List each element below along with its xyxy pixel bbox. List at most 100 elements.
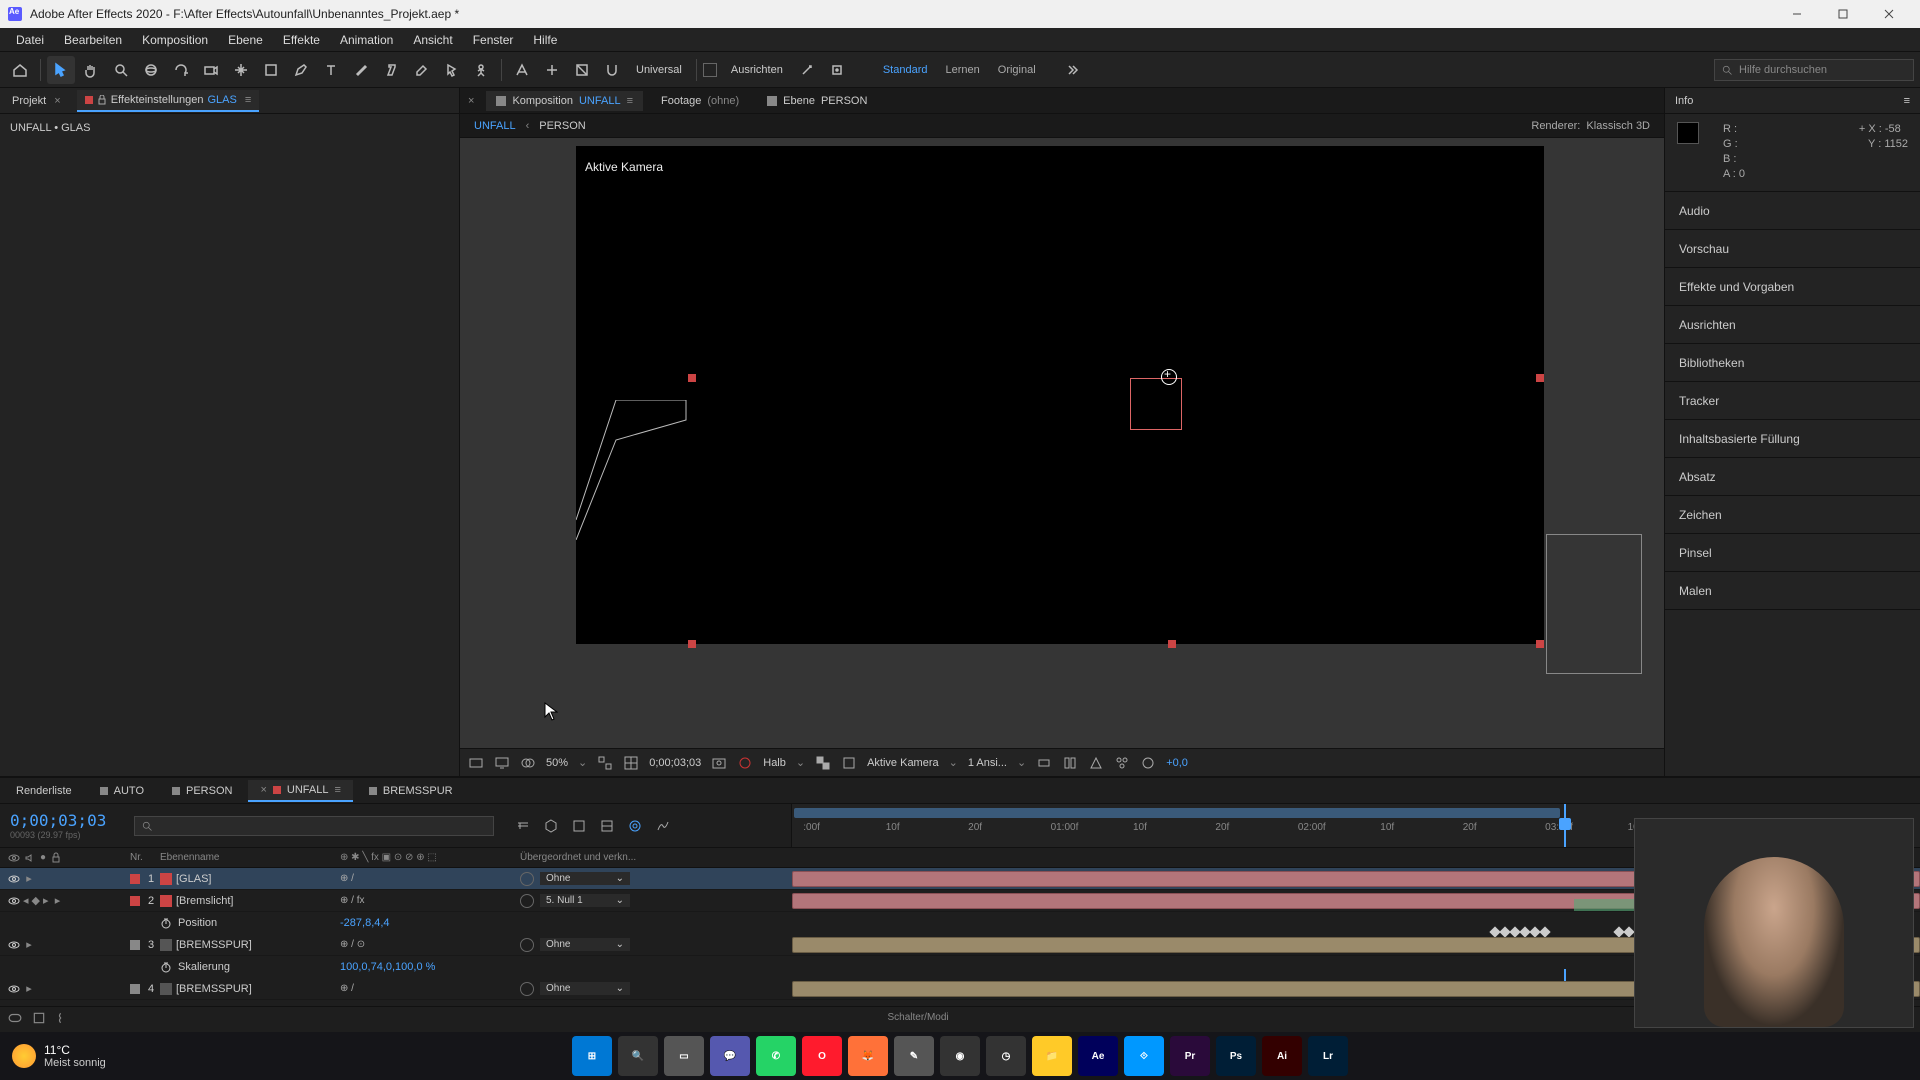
brace-icon[interactable] xyxy=(56,1011,70,1025)
color-icon[interactable] xyxy=(737,755,753,771)
view-axis-button[interactable] xyxy=(568,56,596,84)
taskbar-app-ai[interactable]: Ai xyxy=(1262,1036,1302,1076)
layer-name[interactable]: [BREMSSPUR] xyxy=(176,939,252,951)
solo-column-icon[interactable]: ● xyxy=(40,852,46,863)
flowchart-icon[interactable] xyxy=(1114,755,1130,771)
eye-icon[interactable] xyxy=(8,939,20,951)
view-layout-dropdown[interactable]: 1 Ansi... xyxy=(968,757,1007,769)
taskbar-app-search[interactable]: 🔍 xyxy=(618,1036,658,1076)
zoom-dropdown[interactable]: 50% xyxy=(546,757,568,769)
panel-pinsel[interactable]: Pinsel xyxy=(1665,534,1920,572)
label-color-chip[interactable] xyxy=(130,940,140,950)
eye-icon[interactable] xyxy=(8,873,20,885)
mask-icon[interactable] xyxy=(520,755,536,771)
taskbar-app-wa[interactable]: ✆ xyxy=(756,1036,796,1076)
taskbar-app-fig[interactable]: ✎ xyxy=(894,1036,934,1076)
hand-tool[interactable] xyxy=(77,56,105,84)
menu-effekte[interactable]: Effekte xyxy=(273,30,330,50)
eraser-tool[interactable] xyxy=(407,56,435,84)
pickwhip-icon[interactable] xyxy=(520,938,534,952)
monitor-icon[interactable] xyxy=(494,755,510,771)
comp-mini-flowchart-icon[interactable] xyxy=(512,815,534,837)
menu-bearbeiten[interactable]: Bearbeiten xyxy=(54,30,132,50)
motion-blur-icon[interactable] xyxy=(624,815,646,837)
panel-menu-icon[interactable]: ≡ xyxy=(334,784,340,796)
taskbar-app-teams[interactable]: 💬 xyxy=(710,1036,750,1076)
panel-info-title[interactable]: Info xyxy=(1675,95,1693,107)
panel-menu-icon[interactable]: ≡ xyxy=(245,94,251,106)
taskbar-app-win[interactable]: ⊞ xyxy=(572,1036,612,1076)
menu-fenster[interactable]: Fenster xyxy=(463,30,524,50)
workspace-lernen[interactable]: Lernen xyxy=(946,64,980,76)
label-color-chip[interactable] xyxy=(130,874,140,884)
stopwatch-icon[interactable] xyxy=(160,917,172,929)
roto-tool[interactable] xyxy=(437,56,465,84)
panel-menu-icon[interactable]: ≡ xyxy=(1904,95,1910,107)
pan-behind-tool[interactable] xyxy=(227,56,255,84)
snapshot-icon[interactable] xyxy=(711,755,727,771)
frame-blend-icon[interactable] xyxy=(596,815,618,837)
tab-person[interactable]: PERSON xyxy=(160,781,244,801)
align-checkbox[interactable] xyxy=(703,63,717,77)
magnify-icon[interactable] xyxy=(468,755,484,771)
switches-modes-toggle[interactable]: Schalter/Modi xyxy=(888,1012,949,1023)
crumb-person[interactable]: PERSON xyxy=(539,120,585,132)
snapping-options-icon[interactable] xyxy=(793,56,821,84)
work-area-bar[interactable] xyxy=(794,808,1560,818)
workspace-standard[interactable]: Standard xyxy=(883,64,928,76)
panel-ausrichten[interactable]: Ausrichten xyxy=(1665,306,1920,344)
panel-malen[interactable]: Malen xyxy=(1665,572,1920,610)
speaker-column-icon[interactable] xyxy=(24,852,36,864)
expand-icon[interactable] xyxy=(32,1011,46,1025)
layer-row[interactable]: ▸ 1 [GLAS] ⊕ / Ohne⌄ xyxy=(0,868,1920,890)
minimize-button[interactable] xyxy=(1774,0,1820,28)
grid-icon[interactable] xyxy=(623,755,639,771)
menu-datei[interactable]: Datei xyxy=(6,30,54,50)
draft-3d-icon[interactable] xyxy=(540,815,562,837)
snap-mode-label[interactable]: Universal xyxy=(628,64,690,76)
brush-tool[interactable] xyxy=(347,56,375,84)
workspace-original[interactable]: Original xyxy=(998,64,1036,76)
snap-toggle-button[interactable] xyxy=(598,56,626,84)
layer-row[interactable]: ▸ 3 [BREMSSPUR] ⊕ / ⊙ Ohne⌄ xyxy=(0,934,1920,956)
pickwhip-icon[interactable] xyxy=(520,982,534,996)
property-row[interactable]: Skalierung 100,0,74,0,100,0 % xyxy=(0,956,1920,978)
tab-renderliste[interactable]: Renderliste xyxy=(4,781,84,801)
toggle-switches-icon[interactable] xyxy=(8,1011,22,1025)
label-color-chip[interactable] xyxy=(130,896,140,906)
current-timecode[interactable]: 0;00;03;03 xyxy=(10,811,106,830)
layer-switches[interactable]: ⊕ / fx xyxy=(340,895,520,906)
shy-toggle-icon[interactable] xyxy=(568,815,590,837)
crumb-unfall[interactable]: UNFALL xyxy=(474,120,516,132)
panel-zeichen[interactable]: Zeichen xyxy=(1665,496,1920,534)
selection-tool[interactable] xyxy=(47,56,75,84)
resolution-dropdown[interactable]: Halb xyxy=(763,757,786,769)
shape-tool[interactable] xyxy=(257,56,285,84)
close-button[interactable] xyxy=(1866,0,1912,28)
layer-name[interactable]: [BREMSSPUR] xyxy=(176,983,252,995)
home-button[interactable] xyxy=(6,56,34,84)
camera-view-dropdown[interactable]: Aktive Kamera xyxy=(867,757,939,769)
eye-column-icon[interactable] xyxy=(8,852,20,864)
layer-name[interactable]: [Bremslicht] xyxy=(176,895,233,907)
rotate-tool[interactable] xyxy=(167,56,195,84)
taskbar-app-op[interactable]: O xyxy=(802,1036,842,1076)
panel-menu-icon[interactable]: ≡ xyxy=(627,95,633,107)
pickwhip-icon[interactable] xyxy=(520,872,534,886)
layer-switches[interactable]: ⊕ / xyxy=(340,983,520,994)
timeline-icon[interactable] xyxy=(1088,755,1104,771)
layer-switches[interactable]: ⊕ / xyxy=(340,873,520,884)
keyframe-nav-next-icon[interactable]: ▸ xyxy=(43,894,49,907)
taskbar-app-ps[interactable]: Ps xyxy=(1216,1036,1256,1076)
taskbar-app-ff[interactable]: 🦊 xyxy=(848,1036,888,1076)
layer-switches[interactable]: ⊕ / ⊙ xyxy=(340,939,520,950)
taskbar-app-lr[interactable]: Lr xyxy=(1308,1036,1348,1076)
property-row[interactable]: Position -287,8,4,4 xyxy=(0,912,1920,934)
transparency-icon[interactable] xyxy=(815,755,831,771)
selection-handle[interactable] xyxy=(1168,640,1176,648)
camera-tool[interactable] xyxy=(197,56,225,84)
twirl-icon[interactable]: ▸ xyxy=(23,938,35,951)
fast-preview-icon[interactable] xyxy=(1062,755,1078,771)
panel-effekte-vorgaben[interactable]: Effekte und Vorgaben xyxy=(1665,268,1920,306)
panel-absatz[interactable]: Absatz xyxy=(1665,458,1920,496)
